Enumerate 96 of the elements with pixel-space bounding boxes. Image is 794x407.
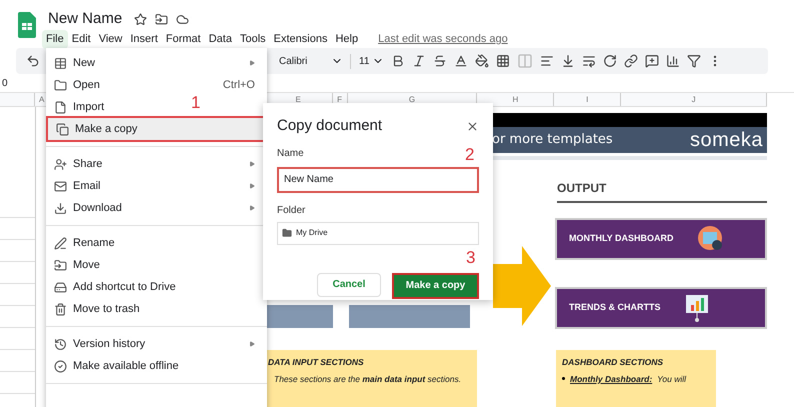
add-person-icon — [54, 158, 67, 170]
menu-item[interactable]: Add shortcut to Drive — [46, 276, 188, 298]
download-icon — [54, 202, 67, 214]
borders-icon[interactable] — [496, 54, 510, 68]
chart-board-icon — [684, 293, 708, 323]
note-title: DASHBOARD SECTIONS — [562, 356, 664, 369]
step-number: 2 — [465, 144, 474, 166]
pencil-icon — [54, 236, 67, 250]
menu-item[interactable]: Download — [46, 197, 267, 219]
file-icon — [54, 100, 67, 114]
strikethrough-icon[interactable] — [433, 54, 447, 68]
column-header[interactable]: G — [408, 94, 416, 106]
column-header[interactable]: I — [586, 94, 588, 106]
menu-item[interactable]: Rename — [46, 232, 127, 254]
align-icon[interactable] — [540, 54, 554, 68]
column-header[interactable]: A — [38, 94, 44, 106]
menu-item[interactable]: Insert — [126, 30, 162, 48]
output-heading: OUTPUT — [557, 181, 606, 195]
column-header[interactable]: F — [337, 94, 342, 106]
menu-item[interactable]: Edit — [68, 30, 95, 48]
undo-icon[interactable] — [26, 54, 40, 68]
italic-icon[interactable] — [412, 54, 426, 68]
menu-item[interactable]: Tools — [236, 30, 270, 48]
document-title[interactable]: New Name — [48, 10, 122, 28]
note-text: These sections are the main data input sections. — [273, 372, 462, 386]
menu-item[interactable]: Extensions — [270, 30, 332, 48]
note-title: DATA INPUT SECTIONS — [268, 356, 365, 369]
menu-item[interactable]: Move to trash — [46, 298, 152, 320]
spreadsheet-logo-icon[interactable] — [18, 12, 36, 38]
text-color-icon[interactable] — [454, 54, 468, 68]
table-icon — [54, 56, 67, 70]
name-label: Name — [277, 146, 304, 160]
logo-text: someka — [690, 128, 763, 153]
cancel-button[interactable]: Cancel — [317, 272, 381, 296]
menu-item[interactable]: Move — [46, 254, 112, 276]
close-icon[interactable] — [466, 120, 479, 133]
menu-item[interactable]: Make available offline — [46, 355, 191, 377]
wrap-icon[interactable] — [582, 54, 596, 68]
submenu-arrow-icon — [249, 341, 255, 347]
menu-item[interactable]: Version history — [46, 333, 267, 355]
bold-icon[interactable] — [391, 54, 405, 68]
name-field[interactable]: New Name — [277, 166, 479, 192]
star-icon[interactable] — [134, 12, 148, 26]
column-header[interactable]: J — [692, 94, 696, 106]
filter-icon[interactable] — [687, 54, 701, 68]
menu-item[interactable]: Share — [46, 153, 267, 175]
submenu-arrow-icon — [249, 161, 255, 167]
font-size-dropdown[interactable]: 11 — [350, 54, 384, 68]
folder-field[interactable]: My Drive — [277, 222, 479, 244]
dialog-title: Copy document — [277, 116, 382, 136]
column-header[interactable]: E — [295, 94, 301, 106]
calendar-clock-icon — [698, 226, 724, 252]
submenu-arrow-icon — [249, 60, 255, 66]
dashboard-link-button[interactable]: TRENDS & CHARTTS — [555, 287, 767, 329]
menu-item[interactable]: Format — [162, 30, 205, 48]
note-link[interactable]: Monthly Dashboard: — [570, 372, 652, 386]
chart-icon[interactable] — [666, 54, 680, 68]
check-circle-icon — [54, 360, 67, 372]
folder-move-icon[interactable] — [155, 12, 168, 26]
mail-icon — [54, 180, 67, 192]
cloud-icon[interactable] — [176, 12, 190, 26]
folder-icon — [54, 78, 67, 92]
column-header[interactable]: H — [512, 94, 518, 106]
comment-icon[interactable] — [645, 54, 659, 68]
banner-text: or more templates — [492, 131, 613, 150]
dashboard-link-button[interactable]: MONTHLY DASHBOARD — [555, 218, 767, 260]
folder-label: Folder — [277, 204, 306, 218]
last-edit-link[interactable]: Last edit was seconds ago — [378, 31, 508, 48]
menu-item[interactable]: New — [46, 52, 267, 74]
submenu-arrow-icon — [249, 205, 255, 211]
make-copy-button[interactable]: Make a copy — [392, 272, 479, 298]
vertical-align-icon[interactable] — [561, 54, 575, 68]
fill-color-icon[interactable] — [475, 54, 489, 68]
copy-icon — [56, 122, 69, 136]
folder-icon — [282, 228, 292, 238]
menu-item[interactable]: Data — [204, 30, 236, 48]
menu-item[interactable]: Email — [46, 175, 267, 197]
note-text: You will — [657, 372, 686, 386]
submenu-arrow-icon — [249, 183, 255, 189]
rotate-icon[interactable] — [603, 54, 617, 68]
drive-icon — [54, 280, 67, 294]
menu-item[interactable]: View — [94, 30, 126, 48]
menu-item[interactable]: Import — [46, 96, 116, 118]
history-icon — [54, 338, 67, 350]
trash-icon — [54, 302, 67, 316]
step-number: 3 — [466, 247, 476, 269]
folder-move-icon — [54, 258, 67, 272]
link-icon[interactable] — [624, 54, 638, 68]
font-dropdown[interactable]: Calibri — [279, 54, 343, 68]
menu-item[interactable]: File — [42, 30, 68, 48]
name-box[interactable]: 0 — [0, 76, 30, 90]
menu-item[interactable]: Make a copy — [48, 118, 265, 140]
menu-item[interactable]: Help — [331, 30, 362, 48]
section-button[interactable] — [265, 305, 333, 328]
bullet-icon — [562, 376, 565, 380]
shortcut-text: Ctrl+O — [222, 78, 255, 93]
